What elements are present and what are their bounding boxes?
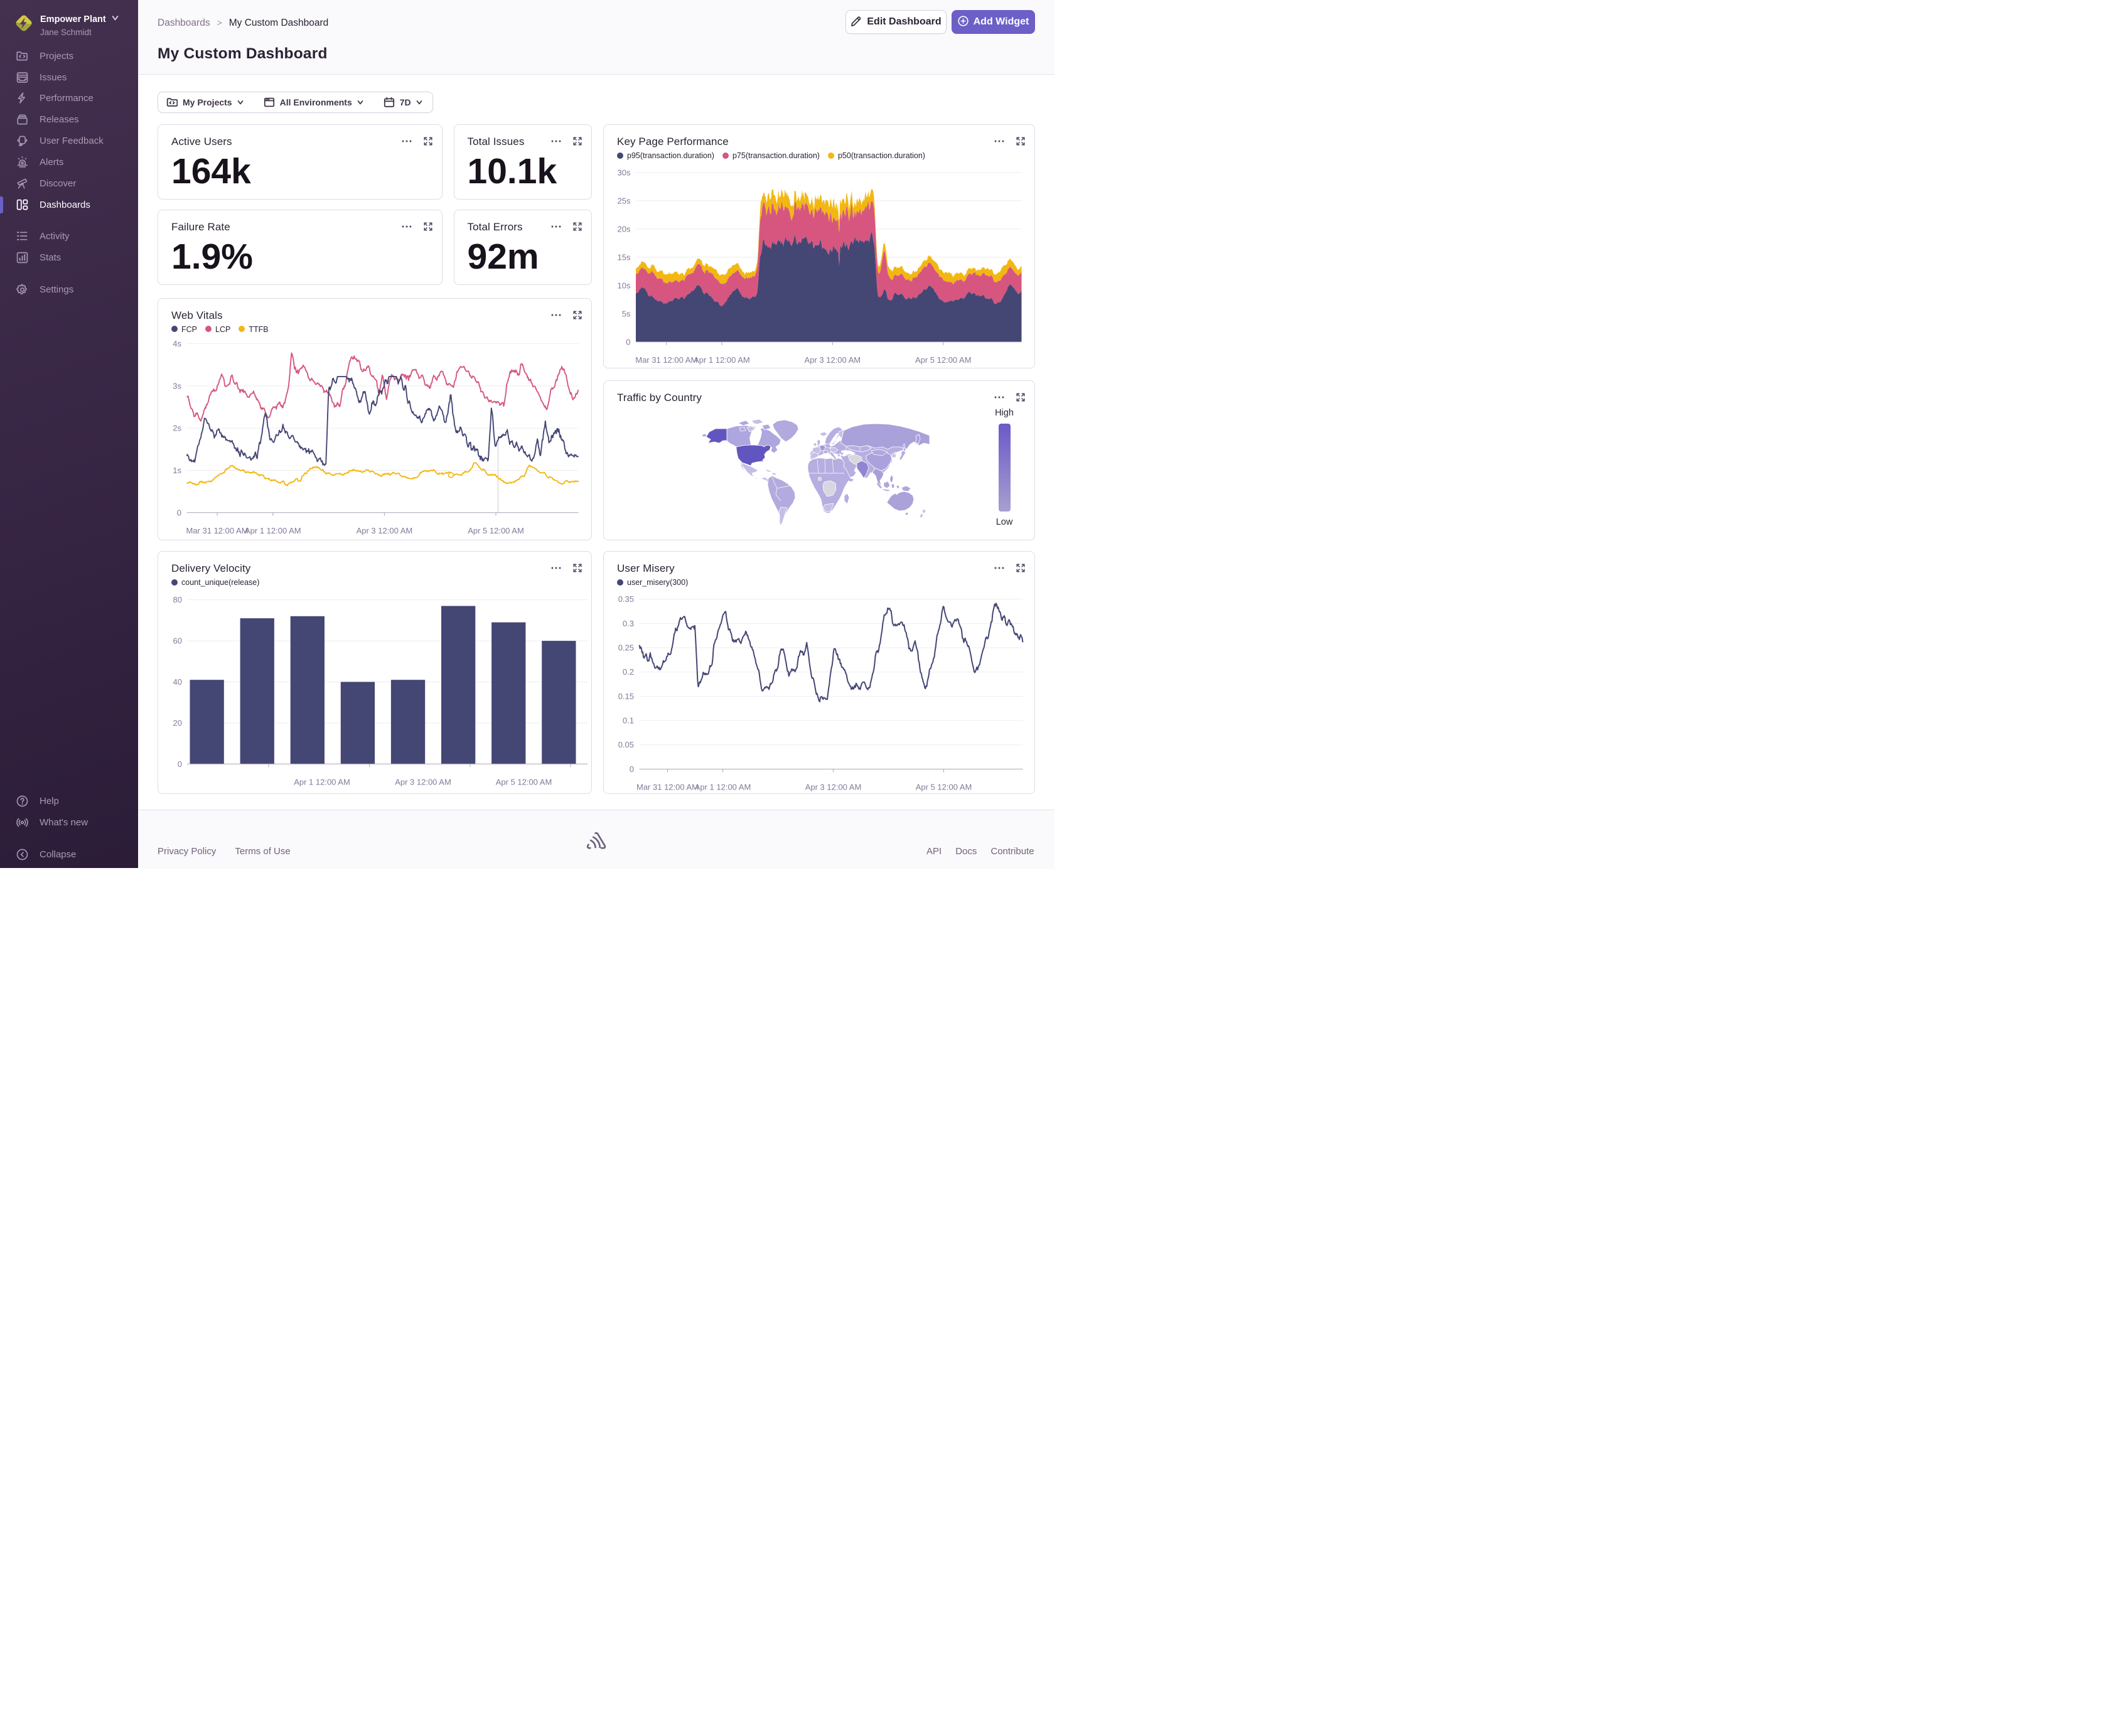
- svg-text:2s: 2s: [173, 423, 181, 432]
- svg-text:Apr 1 12:00 AM: Apr 1 12:00 AM: [695, 782, 751, 791]
- svg-text:4s: 4s: [173, 339, 181, 348]
- svg-text:0.25: 0.25: [618, 643, 634, 653]
- svg-text:Apr 3 12:00 AM: Apr 3 12:00 AM: [395, 777, 451, 786]
- svg-text:0.05: 0.05: [618, 740, 634, 749]
- svg-text:Apr 1 12:00 AM: Apr 1 12:00 AM: [245, 525, 301, 535]
- svg-text:40: 40: [173, 677, 182, 687]
- svg-text:Apr 3 12:00 AM: Apr 3 12:00 AM: [357, 525, 413, 535]
- svg-text:60: 60: [173, 636, 182, 646]
- svg-text:0.2: 0.2: [623, 667, 634, 677]
- svg-text:0.3: 0.3: [623, 619, 634, 628]
- svg-text:Mar 31 12:00 AM: Mar 31 12:00 AM: [636, 782, 699, 791]
- svg-text:0: 0: [630, 764, 634, 774]
- svg-text:Apr 5 12:00 AM: Apr 5 12:00 AM: [916, 782, 972, 791]
- svg-text:0: 0: [177, 508, 181, 517]
- svg-text:0.15: 0.15: [618, 692, 634, 701]
- svg-text:15s: 15s: [618, 252, 631, 262]
- svg-text:Mar 31 12:00 AM: Mar 31 12:00 AM: [186, 525, 249, 535]
- svg-text:25s: 25s: [618, 196, 631, 205]
- svg-text:0: 0: [626, 337, 630, 346]
- svg-text:Apr 3 12:00 AM: Apr 3 12:00 AM: [805, 782, 862, 791]
- svg-text:Mar 31 12:00 AM: Mar 31 12:00 AM: [635, 355, 697, 365]
- svg-text:3s: 3s: [173, 381, 181, 390]
- svg-text:Apr 1 12:00 AM: Apr 1 12:00 AM: [694, 355, 750, 365]
- svg-text:20: 20: [173, 718, 182, 727]
- svg-text:Apr 1 12:00 AM: Apr 1 12:00 AM: [294, 777, 350, 786]
- svg-text:0.35: 0.35: [618, 594, 634, 604]
- svg-text:1s: 1s: [173, 466, 181, 475]
- svg-text:Apr 5 12:00 AM: Apr 5 12:00 AM: [496, 777, 552, 786]
- svg-text:Apr 5 12:00 AM: Apr 5 12:00 AM: [468, 525, 524, 535]
- svg-text:Apr 3 12:00 AM: Apr 3 12:00 AM: [805, 355, 861, 365]
- svg-text:0.1: 0.1: [623, 716, 634, 726]
- svg-text:Apr 5 12:00 AM: Apr 5 12:00 AM: [915, 355, 972, 365]
- svg-text:0: 0: [178, 759, 182, 769]
- svg-text:80: 80: [173, 595, 182, 604]
- svg-text:30s: 30s: [618, 168, 631, 177]
- svg-text:5s: 5s: [622, 309, 631, 318]
- svg-text:10s: 10s: [618, 281, 631, 290]
- svg-text:20s: 20s: [618, 224, 631, 233]
